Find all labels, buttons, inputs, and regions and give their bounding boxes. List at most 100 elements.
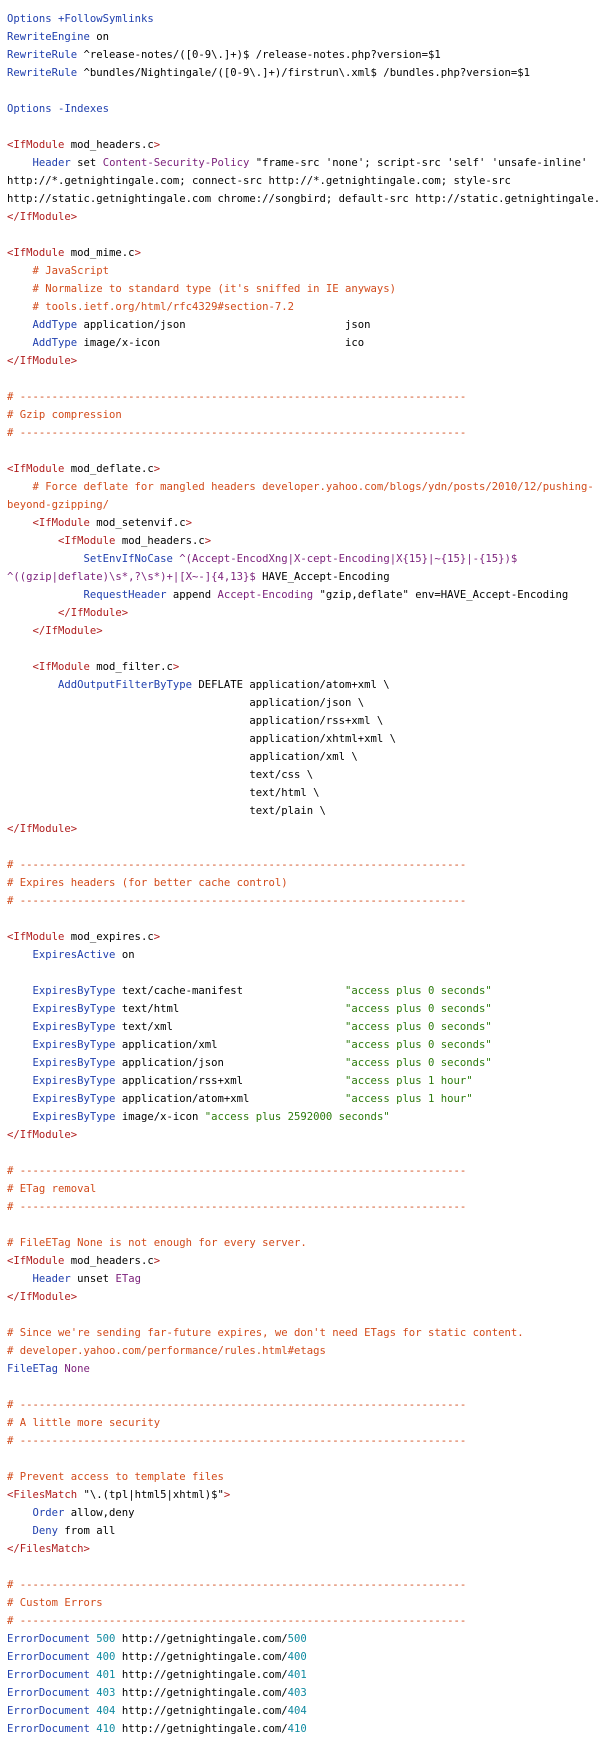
code-token-tag: > — [204, 535, 212, 547]
code-token-var: Content-Security-Policy — [102, 157, 256, 169]
code-token-plain: "\.(tpl|html5|xhtml)$" — [83, 1489, 224, 1501]
code-token-cmt: # ETag removal — [7, 1183, 97, 1195]
code-token-dir: ExpiresActive — [7, 949, 122, 961]
code-token-tag: </IfModule> — [7, 823, 78, 835]
code-token-plain: mod_headers.c — [70, 139, 154, 151]
code-line: ErrorDocument 500 http://getnightingale.… — [7, 1630, 600, 1648]
code-token-dir: ErrorDocument — [7, 1669, 97, 1681]
code-line: Order allow,deny — [7, 1504, 600, 1522]
code-token-dir: RewriteRule — [7, 67, 84, 79]
code-token-str: "access plus 0 seconds" — [345, 1039, 492, 1051]
code-line: </IfModule> — [7, 622, 600, 640]
code-line: </IfModule> — [7, 1126, 600, 1144]
code-line: RewriteRule ^release-notes/([0-9\.]+)$ /… — [7, 46, 600, 64]
code-token-plain: http://getnightingale.com/ — [121, 1633, 288, 1645]
code-line: # developer.yahoo.com/performance/rules.… — [7, 1342, 600, 1360]
code-token-dir: AddOutputFilterByType — [7, 679, 199, 691]
code-token-plain: text/css \ — [7, 769, 314, 781]
code-token-num: 410 — [96, 1723, 122, 1735]
code-line: ExpiresByType text/xml "access plus 0 se… — [7, 1018, 600, 1036]
code-token-cmt: # developer.yahoo.com/performance/rules.… — [7, 1345, 326, 1357]
code-line: ExpiresByType application/json "access p… — [7, 1054, 600, 1072]
code-line: # ETag removal — [7, 1180, 600, 1198]
code-token-str: "access plus 1 hour" — [345, 1075, 473, 1087]
code-token-plain: on — [121, 949, 135, 961]
code-line: ExpiresByType application/rss+xml "acces… — [7, 1072, 600, 1090]
code-line: AddType image/x-icon ico — [7, 334, 600, 352]
code-token-plain: http://getnightingale.com/ — [121, 1651, 288, 1663]
code-token-dir: ExpiresByType — [7, 1093, 122, 1105]
code-token-num: 500 — [287, 1633, 307, 1645]
code-line: </IfModule> — [7, 352, 600, 370]
code-token-tag: <IfModule — [7, 1255, 71, 1267]
code-line: # --------------------------------------… — [7, 1396, 600, 1414]
code-token-tag: > — [134, 247, 141, 259]
code-token-plain: DEFLATE application/atom+xml \ — [198, 679, 390, 691]
code-line: application/xml \ — [7, 748, 600, 766]
code-token-plain: ^release-notes/([0-9\.]+)$ /release-note… — [83, 49, 441, 61]
htaccess-code-listing: Options +FollowSymlinks RewriteEngine on R… — [0, 0, 600, 1738]
code-token-plain: mod_expires.c — [70, 931, 154, 943]
code-token-plain: mod_deflate.c — [70, 463, 154, 475]
code-line: <IfModule mod_deflate.c> — [7, 460, 600, 478]
code-token-plain: append — [172, 589, 218, 601]
code-token-dir: Order — [7, 1507, 71, 1519]
code-line: Options -Indexes — [7, 100, 600, 118]
code-token-dir: +FollowSymlinks — [58, 13, 154, 25]
code-token-dir: SetEnvIfNoCase — [7, 553, 180, 565]
code-line: # FileETag None is not enough for every … — [7, 1234, 600, 1252]
code-token-num: 404 — [287, 1705, 307, 1717]
code-line: # Expires headers (for better cache cont… — [7, 874, 600, 892]
code-token-tag: > — [153, 139, 161, 151]
code-token-plain: image/x-icon ico — [83, 337, 365, 349]
code-token-cmt: # Force deflate for mangled headers deve… — [7, 481, 594, 493]
code-token-plain: http://getnightingale.com/ — [121, 1723, 288, 1735]
code-token-cmt: # --------------------------------------… — [7, 1435, 467, 1447]
code-line: <FilesMatch "\.(tpl|html5|xhtml)$"> — [7, 1486, 600, 1504]
code-line: # Force deflate for mangled headers deve… — [7, 478, 600, 496]
code-line: application/xhtml+xml \ — [7, 730, 600, 748]
code-token-num: 403 — [287, 1687, 307, 1699]
code-line: http://static.getnightingale.com chrome:… — [7, 190, 600, 208]
code-token-dir: ErrorDocument — [7, 1723, 97, 1735]
code-token-dir: ExpiresByType — [7, 985, 122, 997]
code-line: <IfModule mod_headers.c> — [7, 136, 600, 154]
code-token-tag: <IfModule — [7, 247, 71, 259]
code-token-plain: http://static.getnightingale.com chrome:… — [7, 193, 600, 205]
code-line: RewriteRule ^bundles/Nightingale/([0-9\.… — [7, 64, 600, 82]
code-token-plain: application/json — [121, 1057, 346, 1069]
code-token-plain: set — [77, 157, 103, 169]
code-token-dir: RewriteRule — [7, 49, 84, 61]
code-token-plain: text/html \ — [7, 787, 320, 799]
code-token-dir: ExpiresByType — [7, 1075, 122, 1087]
code-token-dir: RewriteEngine — [7, 31, 97, 43]
code-token-num: 400 — [96, 1651, 122, 1663]
code-line: FileETag None — [7, 1360, 600, 1378]
code-token-dir: AddType — [7, 337, 84, 349]
code-token-plain: "frame-src 'none'; script-src 'self' 'un… — [255, 157, 588, 169]
code-token-dir: ExpiresByType — [7, 1111, 122, 1123]
code-line: <IfModule mod_headers.c> — [7, 532, 600, 550]
code-line: ErrorDocument 400 http://getnightingale.… — [7, 1648, 600, 1666]
code-token-cmt: # --------------------------------------… — [7, 427, 467, 439]
code-line: Options +FollowSymlinks — [7, 10, 600, 28]
code-token-plain: image/x-icon — [121, 1111, 205, 1123]
code-token-num: 400 — [287, 1651, 307, 1663]
code-token-plain: allow,deny — [70, 1507, 135, 1519]
code-token-plain: application/rss+xml — [121, 1075, 346, 1087]
code-line: ExpiresByType application/atom+xml "acce… — [7, 1090, 600, 1108]
code-line: <IfModule mod_mime.c> — [7, 244, 600, 262]
code-token-cmt: # --------------------------------------… — [7, 1165, 467, 1177]
code-token-plain: mod_mime.c — [70, 247, 135, 259]
code-line: # Since we're sending far-future expires… — [7, 1324, 600, 1342]
code-line: ErrorDocument 410 http://getnightingale.… — [7, 1720, 600, 1738]
code-line: # Gzip compression — [7, 406, 600, 424]
code-token-plain: application/rss+xml \ — [7, 715, 384, 727]
code-token-num: 500 — [96, 1633, 122, 1645]
